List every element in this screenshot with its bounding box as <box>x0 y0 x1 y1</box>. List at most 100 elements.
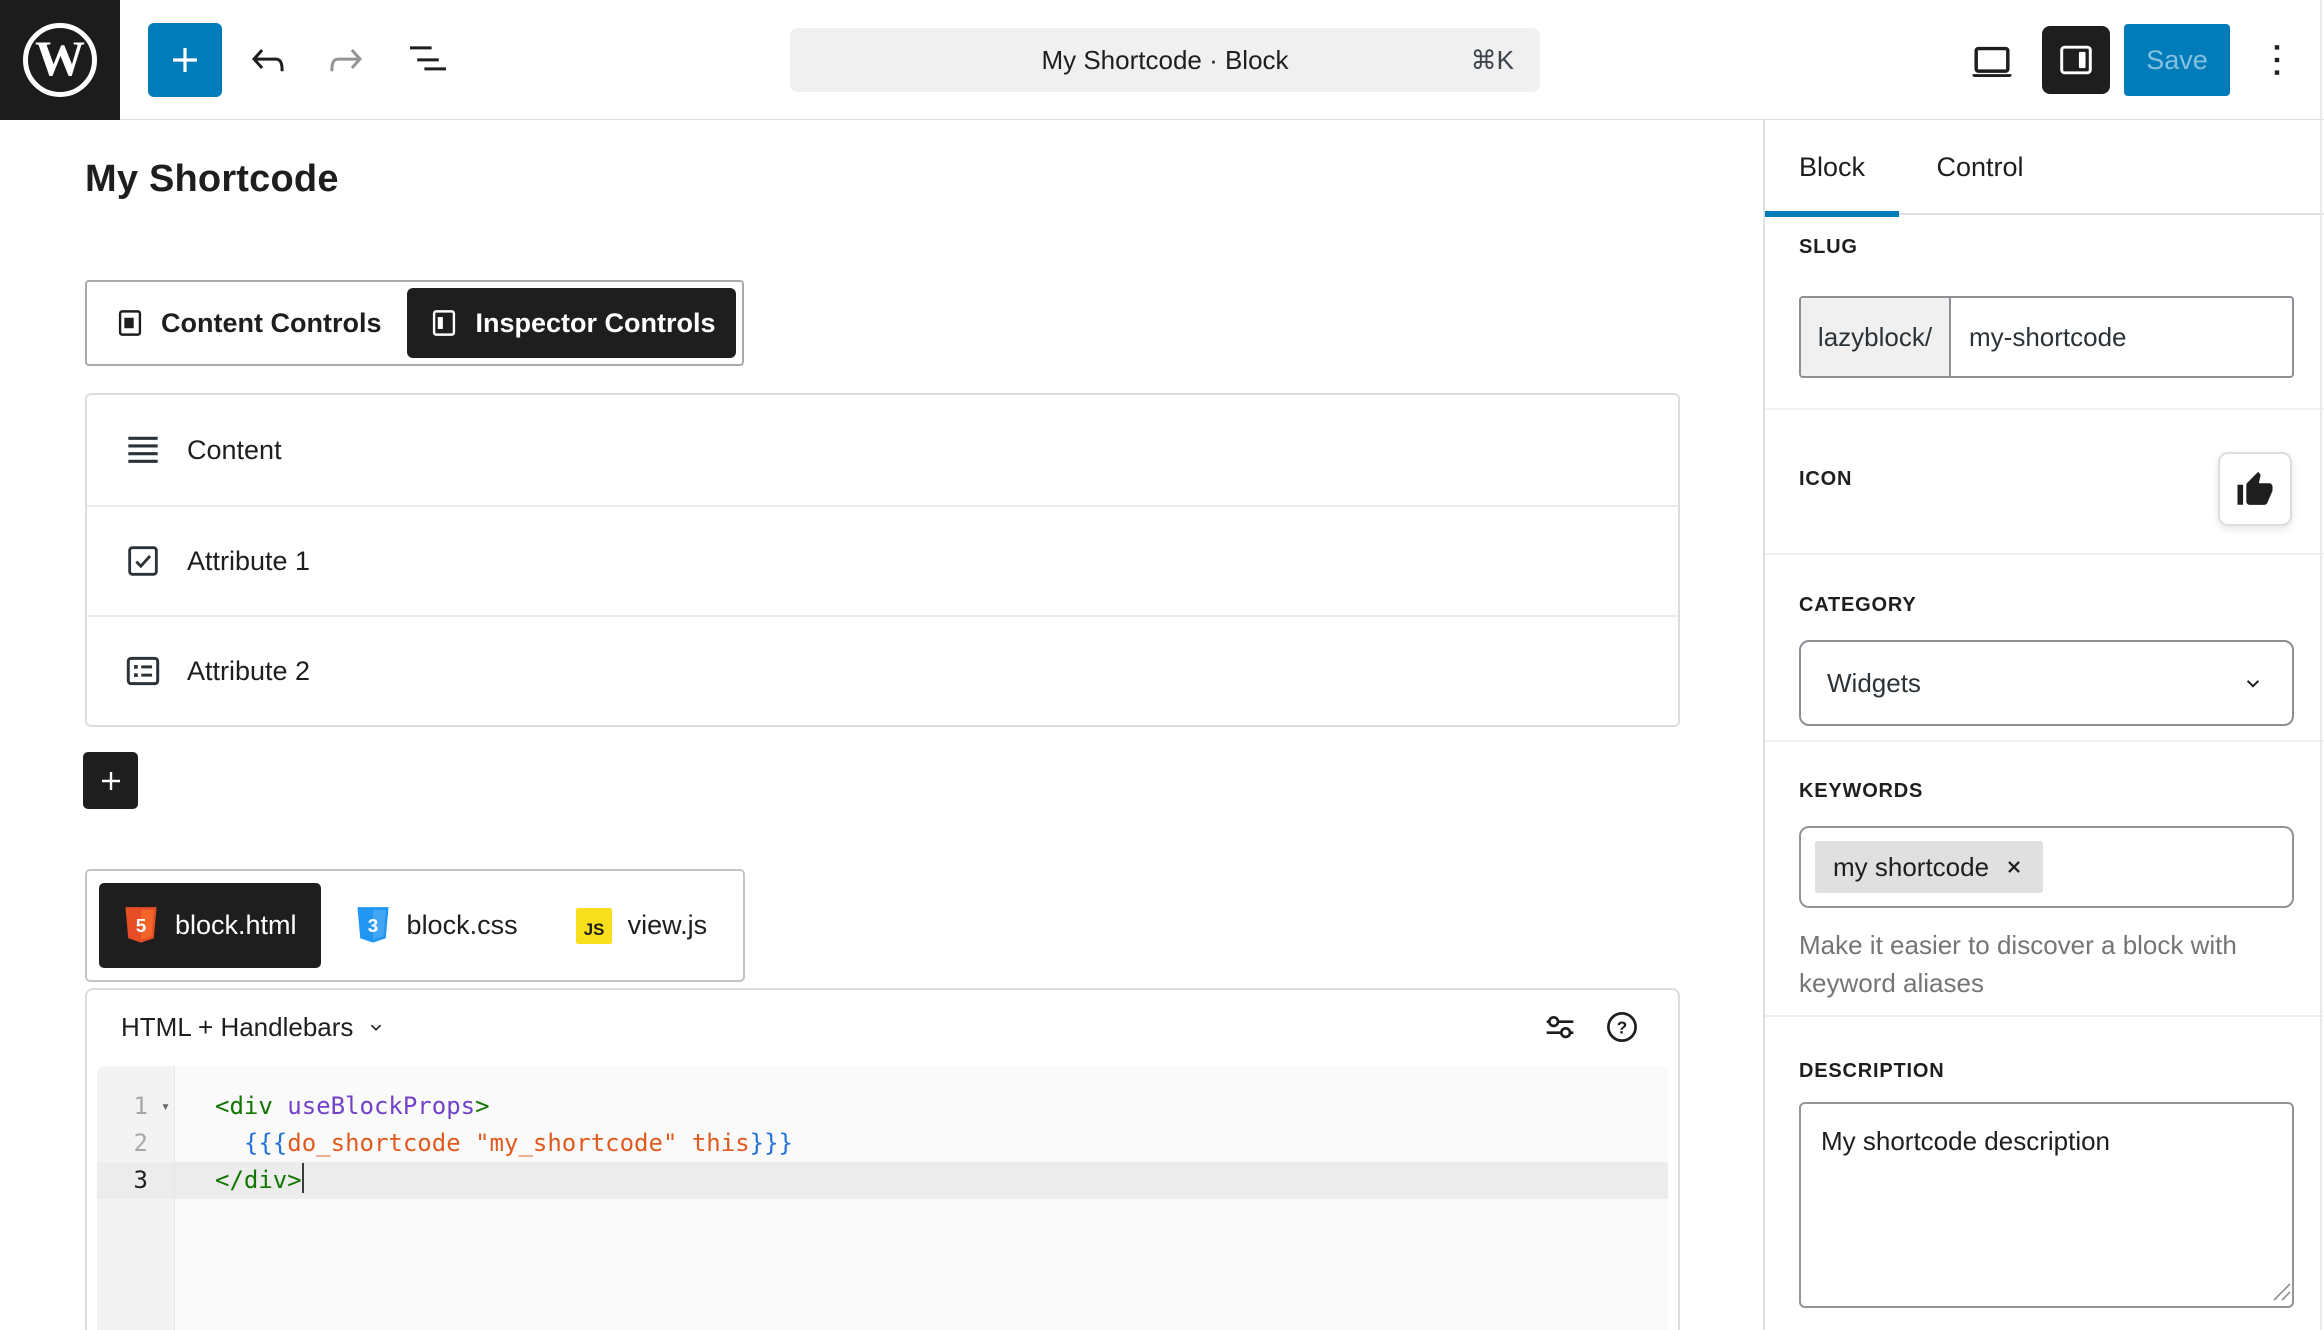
slug-label: SLUG <box>1799 236 1858 259</box>
undo-icon <box>244 36 292 84</box>
code-line-3[interactable]: </div> <box>175 1162 1668 1199</box>
file-tab-label: block.html <box>175 910 297 941</box>
category-select[interactable]: Widgets <box>1799 640 2294 726</box>
fold-caret-icon[interactable]: ▾ <box>161 1088 170 1125</box>
sidebar-tabs: Block Control <box>1765 120 2324 215</box>
svg-text:3: 3 <box>367 916 378 937</box>
code-area[interactable]: 1▾ 2 3 <div useBlockProps> {{{do_shortco… <box>97 1066 1668 1330</box>
js-icon: JS <box>576 908 612 944</box>
block-title[interactable]: My Shortcode <box>85 158 339 201</box>
category-value: Widgets <box>1827 668 1921 699</box>
plus-icon <box>93 763 129 799</box>
svg-text:5: 5 <box>136 916 147 937</box>
keyword-tag-label: my shortcode <box>1833 852 1989 883</box>
divider <box>1765 553 2324 555</box>
editor-header: W My Shortcode · Block ⌘K Save <box>0 0 2324 120</box>
control-label: Content <box>187 435 282 466</box>
scrollbar-track[interactable] <box>2320 0 2322 1330</box>
laptop-icon <box>1966 36 2018 88</box>
divider <box>1765 408 2324 410</box>
block-icon-picker[interactable] <box>2218 452 2292 526</box>
control-row-content[interactable]: Content <box>87 395 1678 505</box>
list-view-icon <box>404 36 452 84</box>
chevron-down-icon <box>2240 670 2266 696</box>
code-lines[interactable]: <div useBlockProps> {{{do_shortcode "my_… <box>175 1066 1668 1330</box>
icon-label: ICON <box>1799 468 1852 491</box>
sliders-icon <box>1540 1007 1580 1047</box>
text-cursor <box>302 1163 304 1193</box>
inspector-controls-icon <box>427 306 461 340</box>
tab-label: Inspector Controls <box>475 308 715 339</box>
document-title-bar[interactable]: My Shortcode · Block ⌘K <box>790 28 1540 92</box>
code-language-select[interactable]: HTML + Handlebars <box>121 1012 387 1043</box>
category-label: CATEGORY <box>1799 594 1917 617</box>
sidebar-tab-block[interactable]: Block <box>1765 120 1899 215</box>
file-tab-block-css[interactable]: 3 block.css <box>331 883 542 968</box>
css3-icon: 3 <box>355 906 391 946</box>
tab-content-controls[interactable]: Content Controls <box>93 288 401 358</box>
control-label: Attribute 2 <box>187 656 310 687</box>
lazy-blocks-editor: W My Shortcode · Block ⌘K Save <box>0 0 2324 1330</box>
keyword-tag: my shortcode <box>1815 841 2043 893</box>
description-textarea[interactable]: My shortcode description <box>1799 1102 2294 1308</box>
svg-text:?: ? <box>1617 1017 1628 1037</box>
slug-prefix: lazyblock/ <box>1801 298 1951 376</box>
block-inserter-button[interactable] <box>148 23 222 97</box>
file-tab-label: view.js <box>628 910 708 941</box>
remove-keyword-button[interactable] <box>2003 856 2025 878</box>
control-row-attribute-1[interactable]: Attribute 1 <box>87 505 1678 615</box>
add-control-button[interactable] <box>83 752 138 809</box>
file-tab-label: block.css <box>407 910 518 941</box>
control-label: Attribute 1 <box>187 546 310 577</box>
tab-inspector-controls[interactable]: Inspector Controls <box>407 288 735 358</box>
wordpress-menu-button[interactable]: W <box>0 0 120 120</box>
save-button[interactable]: Save <box>2124 24 2230 96</box>
plus-icon <box>161 36 209 84</box>
file-tab-block-html[interactable]: 5 block.html <box>99 883 321 968</box>
controls-list: Content Attribute 1 Attribute 2 <box>85 393 1680 727</box>
settings-sidebar-toggle[interactable] <box>2042 26 2110 94</box>
code-gutter: 1▾ 2 3 <box>97 1066 175 1330</box>
editor-settings-button[interactable] <box>1538 1005 1582 1049</box>
code-editor-panel: HTML + Handlebars ? 1▾ 2 3 <div useBlock… <box>85 988 1680 1330</box>
wordpress-w: W <box>35 33 85 83</box>
sidebar-tab-control[interactable]: Control <box>1899 120 2061 215</box>
slug-field-group: lazyblock/ <box>1799 296 2294 378</box>
code-file-tabs: 5 block.html 3 block.css JS view.js <box>85 869 745 982</box>
text-icon <box>121 428 165 472</box>
code-line-1[interactable]: <div useBlockProps> <box>175 1088 1668 1125</box>
line-number[interactable]: 1▾ <box>97 1088 174 1125</box>
description-label: DESCRIPTION <box>1799 1060 1944 1083</box>
file-tab-view-js[interactable]: JS view.js <box>552 883 732 968</box>
keywords-input[interactable]: my shortcode <box>1799 826 2294 908</box>
wordpress-icon: W <box>23 23 97 97</box>
redo-button[interactable] <box>316 32 376 88</box>
slug-input[interactable] <box>1951 298 2294 376</box>
controls-placement-tabs: Content Controls Inspector Controls <box>85 280 744 366</box>
svg-text:JS: JS <box>583 920 604 939</box>
select-icon <box>121 649 165 693</box>
code-editor-header: HTML + Handlebars ? <box>87 990 1678 1064</box>
keywords-label: KEYWORDS <box>1799 780 1923 803</box>
settings-sidebar: Block Control SLUG lazyblock/ ICON CATEG… <box>1763 120 2324 1330</box>
kebab-menu-icon <box>2253 36 2301 84</box>
control-row-attribute-2[interactable]: Attribute 2 <box>87 615 1678 725</box>
chevron-down-icon <box>365 1016 387 1038</box>
document-overview-button[interactable] <box>398 32 458 88</box>
editor-help-button[interactable]: ? <box>1600 1005 1644 1049</box>
sidebar-icon <box>2054 38 2098 82</box>
line-number[interactable]: 2 <box>97 1125 174 1162</box>
keywords-help-text: Make it easier to discover a block with … <box>1799 926 2299 1002</box>
options-menu-button[interactable] <box>2250 28 2304 92</box>
code-line-2[interactable]: {{{do_shortcode "my_shortcode" this}}} <box>175 1125 1668 1162</box>
divider <box>1765 1015 2324 1017</box>
redo-icon <box>322 36 370 84</box>
close-icon <box>2003 856 2025 878</box>
document-title: My Shortcode · Block <box>1041 45 1288 76</box>
line-number[interactable]: 3 <box>97 1162 174 1199</box>
tab-label: Content Controls <box>161 308 381 339</box>
content-controls-icon <box>113 306 147 340</box>
help-icon: ? <box>1603 1008 1641 1046</box>
preview-device-button[interactable] <box>1962 34 2022 90</box>
undo-button[interactable] <box>238 32 298 88</box>
